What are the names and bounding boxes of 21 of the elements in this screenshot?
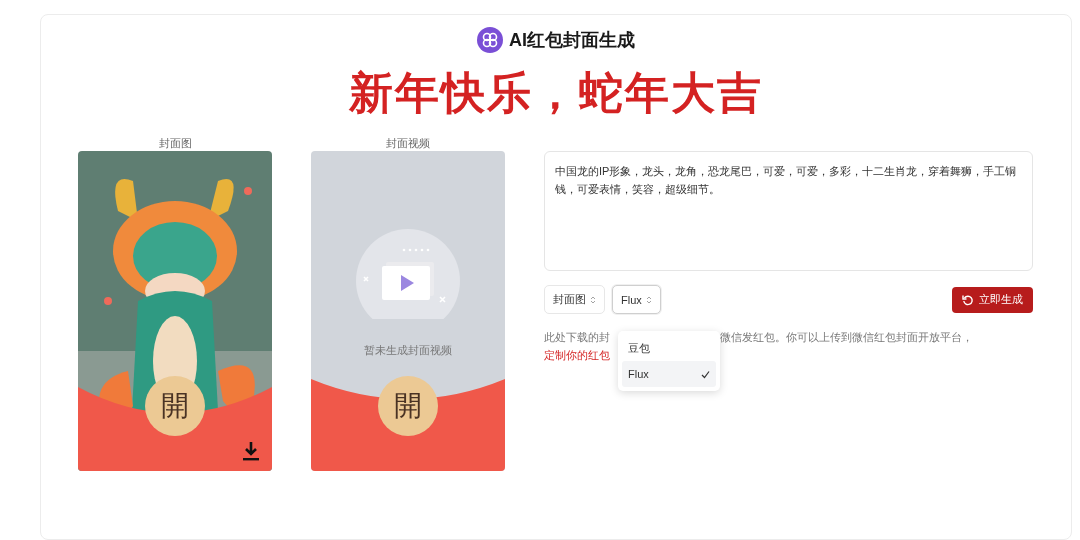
refresh-icon	[962, 293, 974, 306]
dropdown-select[interactable]: 封面图	[544, 285, 605, 314]
preview-label: 封面视频	[386, 136, 430, 151]
customize-link[interactable]: 定制你的红包	[544, 346, 610, 364]
chevron-icon	[645, 294, 652, 305]
menu-option[interactable]: 豆包	[622, 335, 716, 361]
check-icon	[701, 369, 710, 379]
generate-button[interactable]: 立即生成	[952, 286, 1033, 313]
logo-icon	[477, 27, 503, 53]
open-button[interactable]: 開	[378, 376, 438, 436]
prompt-field[interactable]: 中国龙的IP形象，龙头，龙角，恐龙尾巴，可爱，可爱，多彩，十二生肖龙，穿着舞狮，手工铜钱，可爱表情，笑容，超级细节。	[544, 151, 1033, 271]
empty-state-text: 暂未生成封面视频	[363, 343, 453, 358]
notice-text: 微信发红包。你可以上传到微信红包封面开放平台，	[720, 330, 973, 345]
menu-option[interactable]: Flux	[622, 361, 716, 387]
dropdown-select[interactable]: Flux	[612, 285, 661, 314]
headline: 新年快乐，蛇年大吉	[348, 67, 764, 119]
app-title: AI红包封面生成	[509, 29, 635, 52]
preview-label: 封面图	[158, 136, 192, 151]
chevron-icon	[590, 294, 596, 305]
notice-text: 此处下载的封	[544, 330, 610, 345]
download-icon[interactable]	[242, 441, 260, 461]
